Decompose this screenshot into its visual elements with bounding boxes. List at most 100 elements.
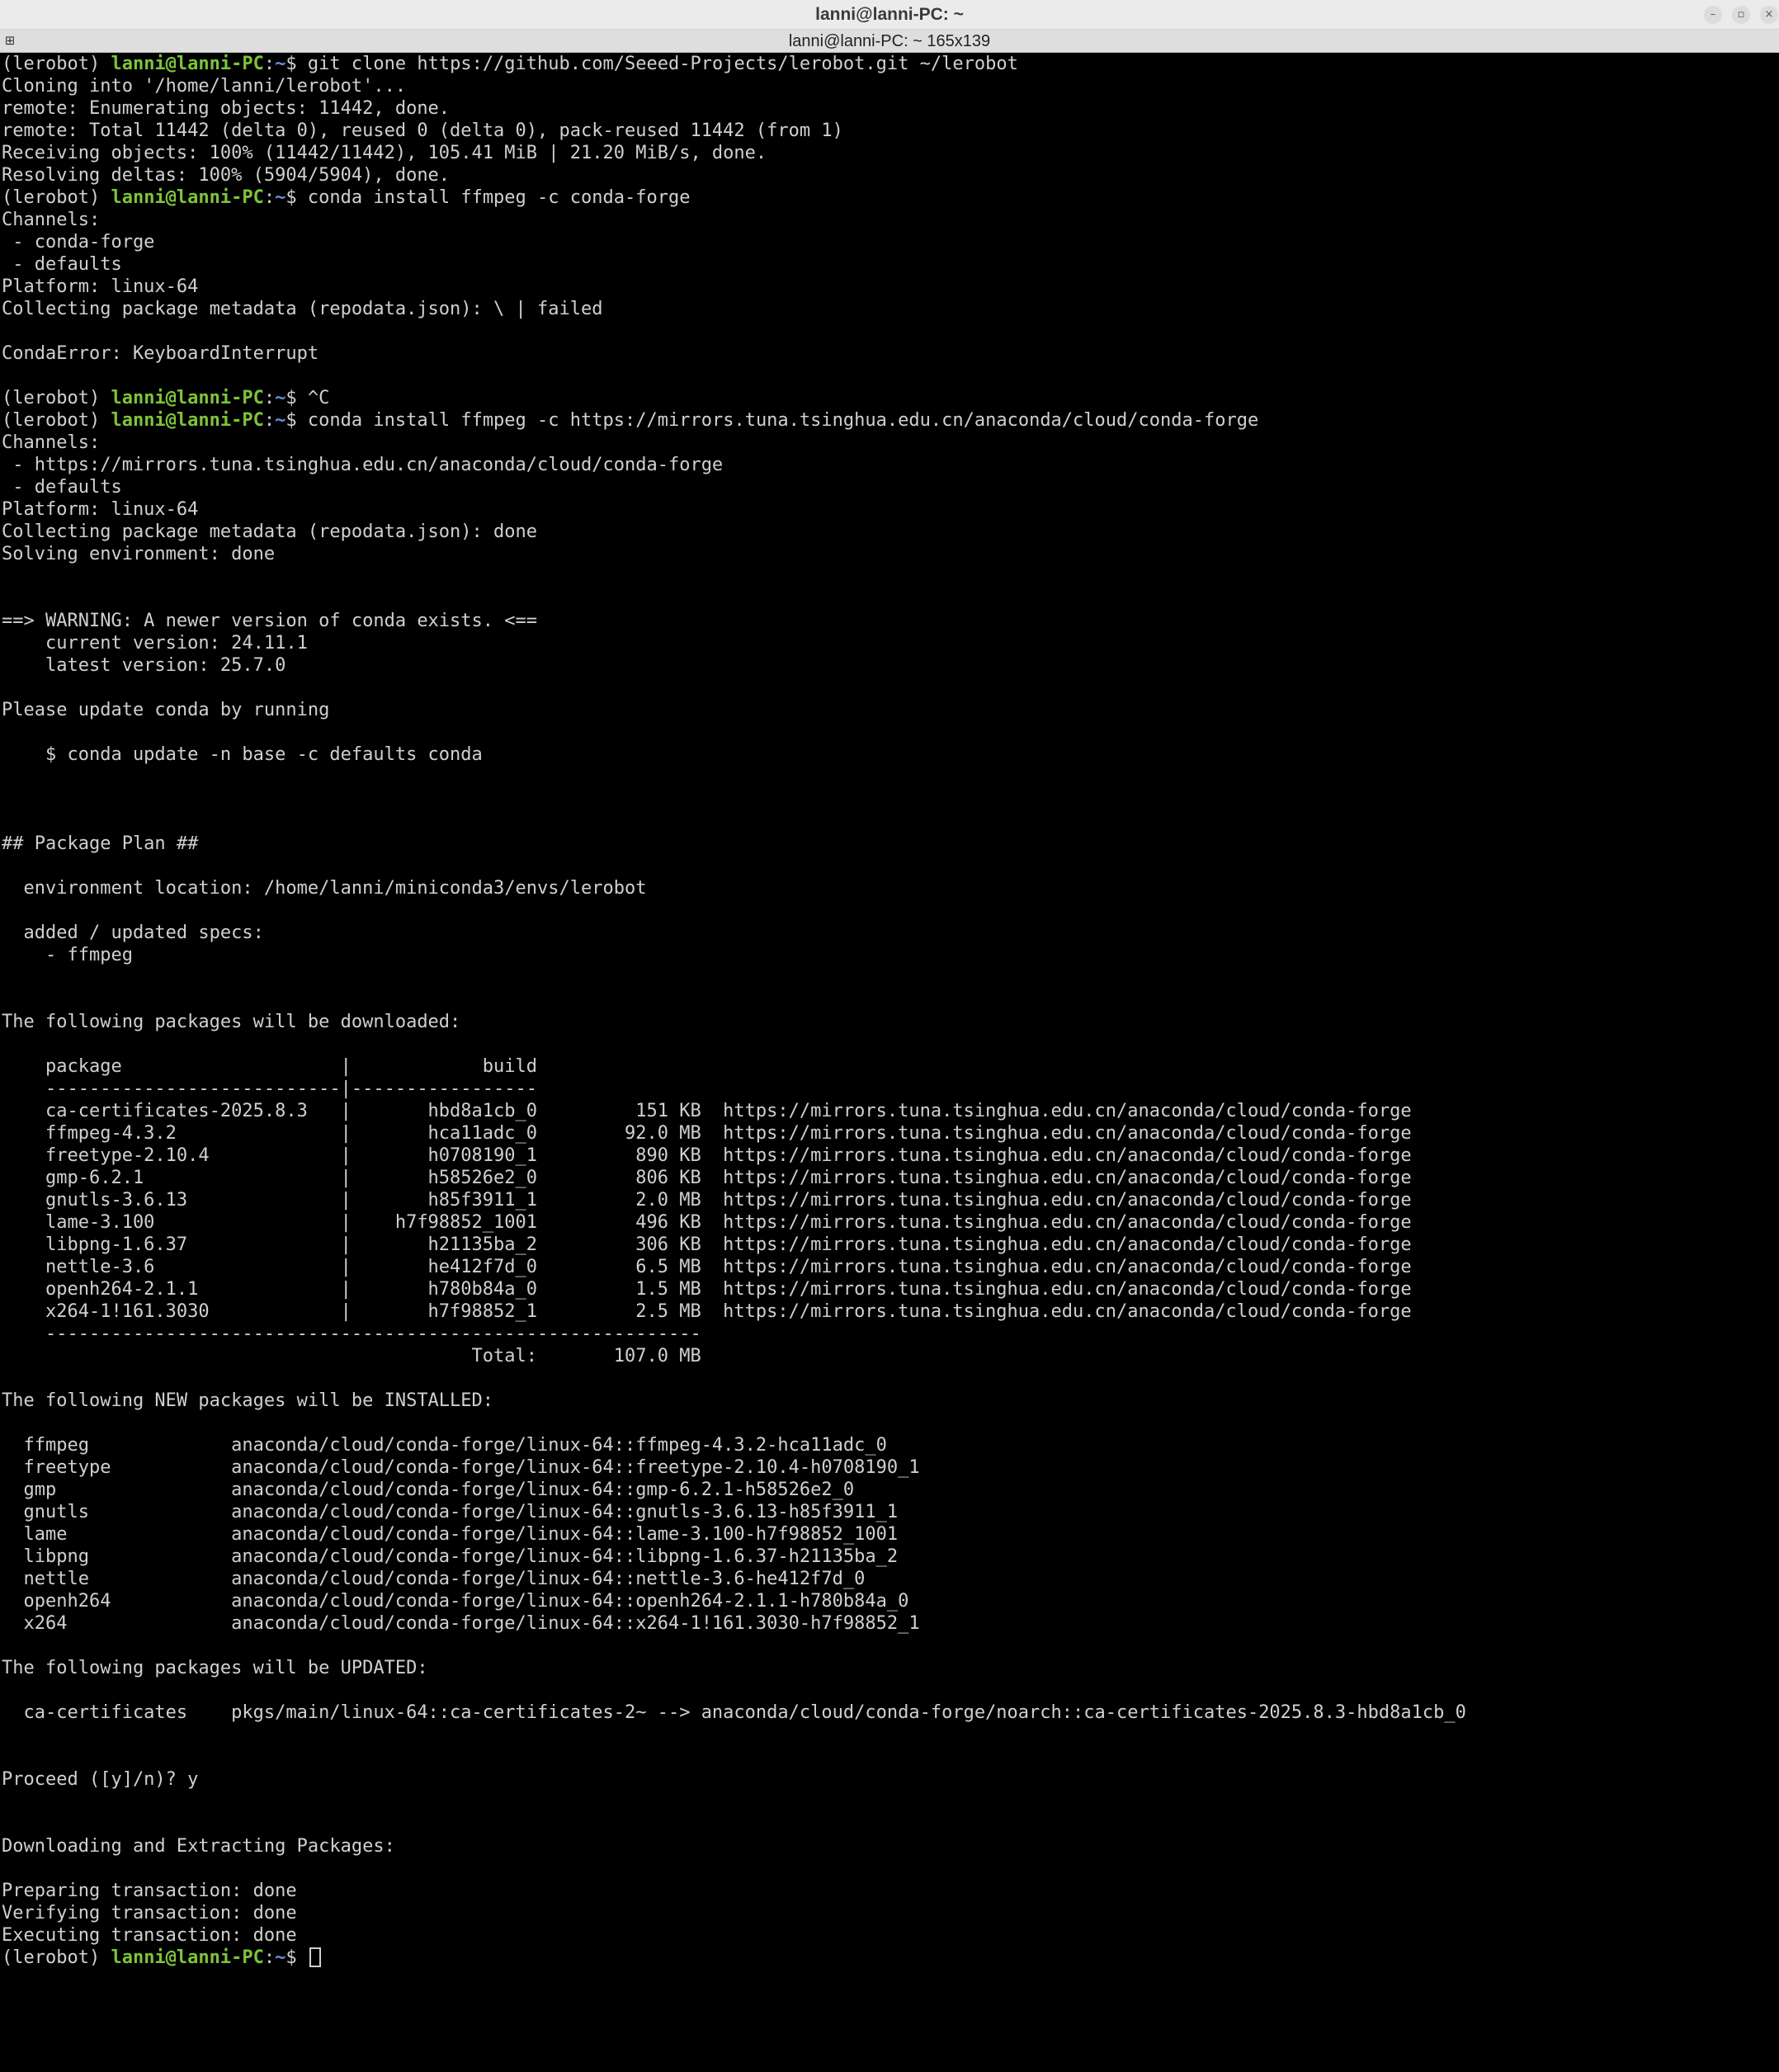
output-line: ffmpeg-4.3.2 | hca11adc_0 92.0 MB https:… — [2, 1123, 1412, 1144]
output-line: openh264 anaconda/cloud/conda-forge/linu… — [2, 1591, 909, 1612]
output-line: Total: 107.0 MB — [2, 1346, 701, 1366]
output-line: freetype-2.10.4 | h0708190_1 890 KB http… — [2, 1145, 1412, 1166]
output-line: ca-certificates-2025.8.3 | hbd8a1cb_0 15… — [2, 1101, 1412, 1121]
output-line: nettle anaconda/cloud/conda-forge/linux-… — [2, 1569, 866, 1589]
prompt-line: (lerobot) lanni@lanni-PC:~$ — [2, 1947, 321, 1969]
output-line: gmp anaconda/cloud/conda-forge/linux-64:… — [2, 1480, 855, 1500]
prompt-env: (lerobot) — [2, 388, 111, 408]
output-line: The following packages will be downloade… — [2, 1012, 461, 1032]
output-line: ## Package Plan ## — [2, 833, 199, 854]
prompt-env: (lerobot) — [2, 410, 111, 431]
output-line: lame anaconda/cloud/conda-forge/linux-64… — [2, 1524, 899, 1545]
output-line: Collecting package metadata (repodata.js… — [2, 522, 538, 542]
prompt-colon: : — [263, 54, 276, 74]
output-line: gnutls-3.6.13 | h85f3911_1 2.0 MB https:… — [2, 1190, 1412, 1211]
output-line: Platform: linux-64 — [2, 276, 199, 297]
output-line: Downloading and Extracting Packages: — [2, 1836, 395, 1857]
prompt-env: (lerobot) — [2, 54, 111, 74]
title-bar[interactable]: lanni@lanni-PC: ~ – ▫ × — [0, 0, 1779, 30]
output-line: remote: Enumerating objects: 11442, done… — [2, 98, 451, 119]
prompt-path: ~ — [275, 1947, 286, 1968]
prompt-colon: : — [263, 1947, 276, 1968]
prompt-path: ~ — [275, 410, 286, 431]
tab-bar: ⊞ lanni@lanni-PC: ~ 165x139 — [0, 30, 1779, 53]
output-line: environment location: /home/lanni/minico… — [2, 878, 647, 899]
output-line: ----------------------------------------… — [2, 1324, 701, 1344]
output-line: gnutls anaconda/cloud/conda-forge/linux-… — [2, 1502, 899, 1522]
prompt-path: ~ — [275, 187, 286, 208]
output-line: added / updated specs: — [2, 923, 264, 943]
prompt-line: (lerobot) lanni@lanni-PC:~$ ^C — [2, 387, 329, 409]
output-line: Receiving objects: 100% (11442/11442), 1… — [2, 143, 767, 163]
output-line: The following packages will be UPDATED: — [2, 1658, 428, 1678]
output-line: ffmpeg anaconda/cloud/conda-forge/linux-… — [2, 1435, 887, 1456]
output-line: ca-certificates pkgs/main/linux-64::ca-c… — [2, 1702, 1466, 1723]
output-line: Preparing transaction: done — [2, 1881, 297, 1901]
prompt-env: (lerobot) — [2, 187, 111, 208]
output-line: Resolving deltas: 100% (5904/5904), done… — [2, 165, 451, 186]
output-line: $ conda update -n base -c defaults conda — [2, 744, 483, 765]
output-line: Solving environment: done — [2, 544, 276, 564]
prompt-symbol: $ — [285, 388, 308, 408]
terminal-cursor[interactable] — [309, 1947, 321, 1967]
output-line: - https://mirrors.tuna.tsinghua.edu.cn/a… — [2, 455, 724, 475]
output-line: libpng-1.6.37 | h21135ba_2 306 KB https:… — [2, 1234, 1412, 1255]
output-line: libpng anaconda/cloud/conda-forge/linux-… — [2, 1546, 899, 1567]
prompt-colon: : — [263, 410, 276, 431]
window-title: lanni@lanni-PC: ~ — [815, 5, 964, 24]
prompt-env: (lerobot) — [2, 1947, 111, 1968]
output-line: x264 anaconda/cloud/conda-forge/linux-64… — [2, 1613, 920, 1634]
command-text: conda install ffmpeg -c conda-forge — [307, 187, 691, 208]
command-text: ^C — [307, 388, 330, 408]
close-icon[interactable]: × — [1760, 6, 1778, 24]
output-line: ---------------------------|------------… — [2, 1078, 538, 1099]
terminal-output[interactable]: (lerobot) lanni@lanni-PC:~$ git clone ht… — [0, 53, 1779, 2072]
output-line: current version: 24.11.1 — [2, 633, 308, 654]
output-line: gmp-6.2.1 | h58526e2_0 806 KB https://mi… — [2, 1168, 1412, 1188]
output-line: - defaults — [2, 254, 122, 275]
prompt-user-host: lanni@lanni-PC — [111, 54, 264, 74]
prompt-user-host: lanni@lanni-PC — [111, 388, 264, 408]
terminal-window: lanni@lanni-PC: ~ – ▫ × ⊞ lanni@lanni-PC… — [0, 0, 1779, 2072]
output-line: Collecting package metadata (repodata.js… — [2, 299, 603, 319]
output-line: - defaults — [2, 477, 122, 498]
prompt-path: ~ — [275, 388, 286, 408]
output-line: nettle-3.6 | he412f7d_0 6.5 MB https://m… — [2, 1257, 1412, 1277]
output-line: package | build — [2, 1056, 538, 1077]
prompt-line: (lerobot) lanni@lanni-PC:~$ git clone ht… — [2, 53, 1018, 75]
prompt-colon: : — [263, 388, 276, 408]
output-line: Verifying transaction: done — [2, 1903, 297, 1923]
command-text: git clone https://github.com/Seeed-Proje… — [307, 54, 1018, 74]
prompt-line: (lerobot) lanni@lanni-PC:~$ conda instal… — [2, 186, 690, 209]
prompt-symbol: $ — [285, 54, 308, 74]
prompt-symbol: $ — [285, 187, 308, 208]
output-line: - conda-forge — [2, 232, 155, 253]
maximize-icon[interactable]: ▫ — [1732, 6, 1750, 24]
output-line: CondaError: KeyboardInterrupt — [2, 343, 319, 364]
prompt-user-host: lanni@lanni-PC — [111, 187, 264, 208]
output-line: Please update conda by running — [2, 700, 330, 720]
prompt-user-host: lanni@lanni-PC — [111, 1947, 264, 1968]
output-line: Channels: — [2, 210, 101, 230]
prompt-colon: : — [263, 187, 276, 208]
output-line: latest version: 25.7.0 — [2, 655, 286, 676]
prompt-symbol: $ — [285, 1947, 308, 1968]
output-line: Platform: linux-64 — [2, 499, 199, 520]
output-line: Executing transaction: done — [2, 1925, 297, 1946]
output-line: freetype anaconda/cloud/conda-forge/linu… — [2, 1457, 920, 1478]
output-line: - ffmpeg — [2, 945, 133, 965]
prompt-path: ~ — [275, 54, 286, 74]
command-text: conda install ffmpeg -c https://mirrors.… — [307, 410, 1259, 431]
minimize-icon[interactable]: – — [1704, 6, 1722, 24]
output-line: lame-3.100 | h7f98852_1001 496 KB https:… — [2, 1212, 1412, 1233]
output-line: Proceed ([y]/n)? y — [2, 1769, 199, 1790]
output-line: openh264-2.1.1 | h780b84a_0 1.5 MB https… — [2, 1279, 1412, 1300]
output-line: Channels: — [2, 432, 101, 453]
tab-title[interactable]: lanni@lanni-PC: ~ 165x139 — [0, 30, 1779, 53]
output-line: The following NEW packages will be INSTA… — [2, 1390, 494, 1411]
prompt-line: (lerobot) lanni@lanni-PC:~$ conda instal… — [2, 409, 1258, 432]
output-line: remote: Total 11442 (delta 0), reused 0 … — [2, 120, 843, 141]
prompt-user-host: lanni@lanni-PC — [111, 410, 264, 431]
output-line: ==> WARNING: A newer version of conda ex… — [2, 611, 538, 631]
output-line: x264-1!161.3030 | h7f98852_1 2.5 MB http… — [2, 1301, 1412, 1322]
